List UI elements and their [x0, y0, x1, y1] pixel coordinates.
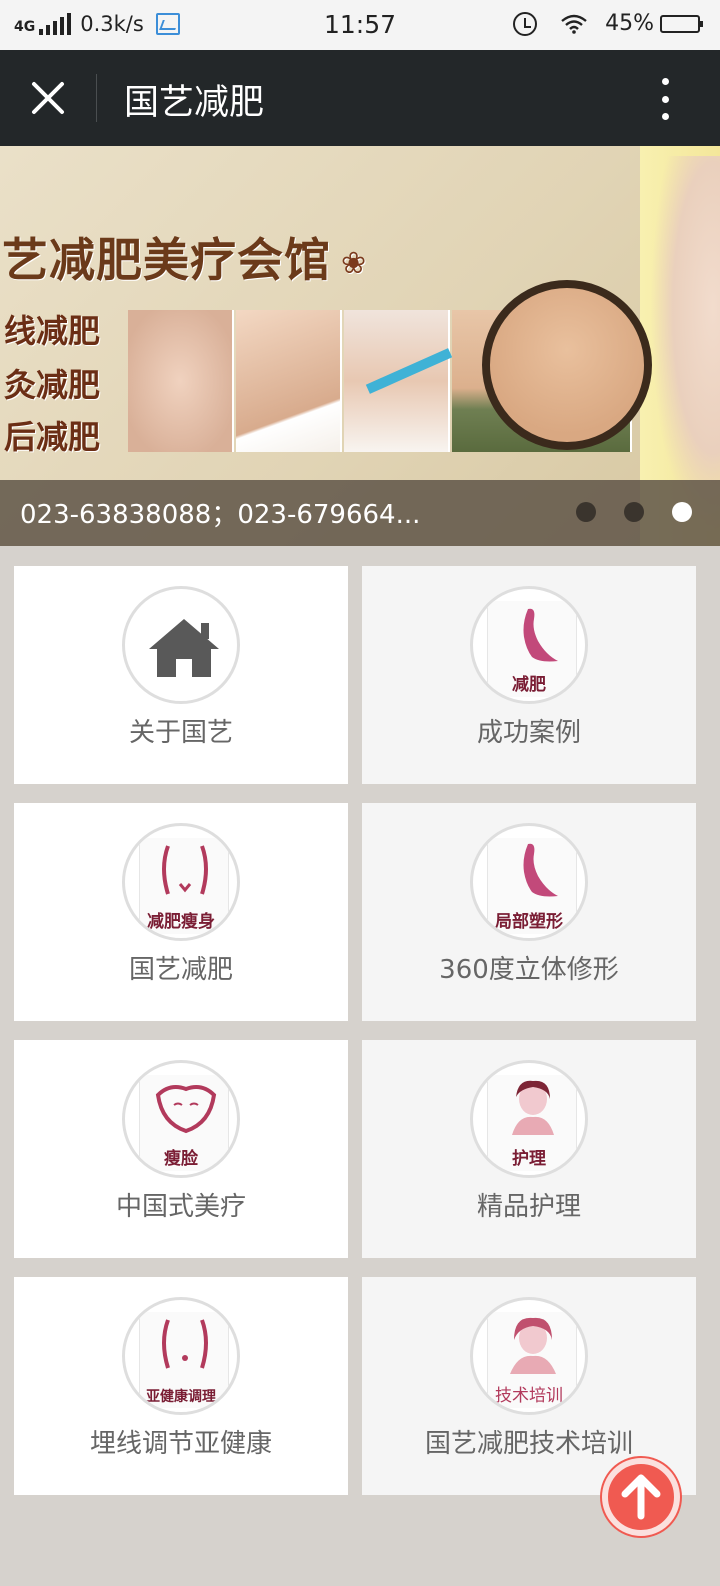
menu-item-premium-care[interactable]: 护理 精品护理	[362, 1040, 696, 1258]
carousel-dot[interactable]	[624, 502, 644, 522]
carousel-dot[interactable]	[576, 502, 596, 522]
arrow-up-icon	[621, 1474, 661, 1520]
magnifier-circle	[482, 280, 652, 450]
menu-item-label: 成功案例	[476, 718, 581, 748]
banner-line-2: 灸减肥	[4, 366, 101, 404]
banner-headline: 艺减肥美疗会馆 ❀	[2, 233, 368, 287]
top-navbar: 国艺减肥	[0, 50, 720, 146]
flower-icon: ❀	[341, 246, 368, 281]
menu-item-chinese-beauty[interactable]: 瘦脸 中国式美疗	[14, 1040, 348, 1258]
waist-icon: 亚健康调理	[122, 1297, 240, 1415]
menu-item-label: 360度立体修形	[439, 955, 619, 985]
waist-icon: 减肥瘦身	[122, 823, 240, 941]
menu-item-cases[interactable]: 减肥 成功案例	[362, 566, 696, 784]
alarm-icon	[513, 11, 538, 36]
carousel-dot-active[interactable]	[672, 502, 692, 522]
menu-item-label: 国艺减肥技术培训	[424, 1429, 633, 1459]
banner-photo-needle	[236, 310, 342, 452]
menu-item-label: 埋线调节亚健康	[89, 1429, 272, 1459]
banner-photo-acupoints	[128, 310, 234, 452]
wifi-icon	[561, 14, 587, 34]
menu-item-label: 国艺减肥	[128, 955, 233, 985]
woman-portrait-icon: 护理	[470, 1060, 588, 1178]
banner-line-1: 线减肥	[4, 312, 101, 350]
battery-icon	[660, 14, 703, 33]
battery-percent: 45%	[605, 11, 654, 36]
menu-item-about[interactable]: 关于国艺	[14, 566, 348, 784]
menu-item-slimming[interactable]: 减肥瘦身 国艺减肥	[14, 803, 348, 1021]
status-bar: 4G 0.3k/s 11:57 45%	[0, 0, 720, 50]
menu-item-label: 中国式美疗	[115, 1192, 246, 1222]
silhouette-icon: 局部塑形	[470, 823, 588, 941]
back-to-top-button[interactable]	[602, 1458, 680, 1536]
banner-caption-bar: 023-63838088；023-679664...	[0, 480, 720, 546]
banner-line-3: 后减肥	[4, 418, 101, 456]
close-icon[interactable]	[28, 78, 68, 118]
menu-item-label: 关于国艺	[128, 718, 233, 748]
woman-portrait-icon: 技术培训	[470, 1297, 588, 1415]
page-title: 国艺减肥	[124, 83, 265, 123]
silhouette-icon: 减肥	[470, 586, 588, 704]
status-right: 45%	[513, 11, 703, 36]
menu-item-sculpting[interactable]: 局部塑形 360度立体修形	[362, 803, 696, 1021]
menu-item-label: 精品护理	[476, 1192, 581, 1222]
face-icon: 瘦脸	[122, 1060, 240, 1178]
banner-carousel[interactable]: 艺减肥美疗会馆 ❀ 线减肥 灸减肥 后减肥 023-63838088；023-67…	[0, 146, 720, 546]
more-menu-icon[interactable]	[650, 78, 680, 120]
house-icon	[122, 586, 240, 704]
menu-item-subhealth[interactable]: 亚健康调理 埋线调节亚健康	[14, 1277, 348, 1495]
banner-caption: 023-63838088；023-679664...	[20, 500, 420, 530]
navbar-divider	[96, 74, 97, 122]
carousel-indicators	[548, 502, 692, 522]
